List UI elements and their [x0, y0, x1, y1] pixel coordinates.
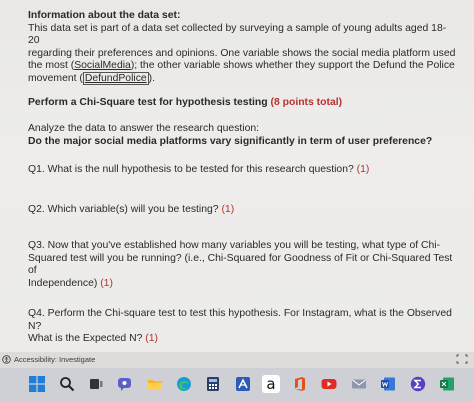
info-line-4-prefix: movement ( [28, 72, 83, 84]
q1: Q1. What is the null hypothesis to be te… [28, 164, 456, 177]
windows-icon [29, 376, 45, 392]
q3-line-3-text: Independence) [28, 277, 101, 289]
q2-text: Q2. Which variable(s) will you be testin… [28, 204, 222, 215]
q4: Q4. Perform the Chi-square test to test … [28, 308, 456, 346]
word-icon [381, 377, 395, 391]
q2: Q2. Which variable(s) will you be testin… [28, 204, 456, 217]
chat-icon [118, 378, 131, 391]
info-line-4-suffix: ). [148, 72, 156, 84]
info-line-2: regarding their preferences and opinions… [28, 47, 456, 59]
calculator-button[interactable] [204, 375, 222, 393]
accessibility-status[interactable]: Accessibility: Investigate [2, 355, 95, 364]
analyze-line: Analyze the data to answer the research … [28, 123, 260, 134]
amazon-icon: a [266, 375, 276, 393]
excel-button[interactable] [438, 375, 456, 393]
office-button[interactable] [291, 375, 309, 393]
q4-points: (1) [145, 333, 158, 345]
q4-line-2: What is the Expected N? (1) [28, 333, 456, 346]
office-icon [295, 377, 305, 391]
q3-points: (1) [100, 277, 113, 289]
research-section: Analyze the data to answer the research … [28, 123, 456, 148]
status-bar: Accessibility: Investigate [0, 352, 474, 368]
task-points: (8 points total) [270, 97, 343, 108]
folder-icon [148, 380, 162, 389]
start-button[interactable] [28, 375, 46, 393]
accessibility-icon [2, 355, 11, 364]
q2-points: (1) [221, 204, 235, 215]
info-section: Information about the data set: This dat… [28, 10, 456, 86]
sketch-app-button[interactable] [234, 375, 252, 393]
amazon-button[interactable]: a [262, 375, 280, 393]
search-icon [60, 377, 75, 392]
q4-line-1: Q4. Perform the Chi-square test to test … [28, 308, 452, 332]
q3-line-3: Independence) (1) [28, 278, 456, 291]
info-line-1: This data set is part of a data set coll… [28, 22, 447, 47]
youtube-button[interactable] [320, 375, 338, 393]
sigma-icon [410, 376, 426, 392]
q4-line-2-text: What is the Expected N? [28, 333, 146, 345]
document-page: Information about the data set: This dat… [0, 0, 474, 352]
mail-icon [352, 379, 366, 389]
word-button[interactable] [379, 375, 397, 393]
info-line-3-prefix: the most ( [28, 60, 75, 72]
app-sigma-button[interactable] [409, 375, 427, 393]
defund-police-link[interactable]: DefundPolice [82, 71, 149, 85]
social-media-link[interactable]: SocialMedia [74, 60, 131, 71]
mail-button[interactable] [350, 375, 368, 393]
play-icon [321, 379, 337, 389]
research-question: Do the major social media platforms vary… [28, 135, 433, 147]
task-view-button[interactable] [87, 375, 105, 393]
info-line-3-suffix: ); the other variable shows whether they… [130, 60, 455, 72]
q3-line-1: Q3. Now that you've established how many… [28, 240, 441, 251]
q1-text: Q1. What is the null hypothesis to be te… [28, 164, 357, 175]
q3-line-2: Squared test will you be running? (i.e.,… [28, 252, 453, 277]
focus-mode-icon[interactable] [456, 354, 468, 364]
excel-icon [440, 377, 454, 391]
q1-points: (1) [356, 164, 370, 175]
file-explorer-button[interactable] [146, 375, 164, 393]
accessibility-label: Accessibility: Investigate [14, 355, 96, 364]
edge-button[interactable] [175, 375, 193, 393]
task-heading: Perform a Chi-Square test for hypothesis… [28, 97, 456, 110]
search-button[interactable] [58, 375, 76, 393]
sketch-icon [236, 377, 250, 391]
calculator-icon [207, 377, 219, 391]
q3: Q3. Now that you've established how many… [28, 240, 456, 290]
info-heading: Information about the data set: [28, 10, 181, 21]
info-line-4: movement (DefundPolice). [28, 71, 456, 86]
teams-chat-button[interactable] [116, 375, 134, 393]
task-heading-text: Perform a Chi-Square test for hypothesis… [28, 97, 271, 108]
taskbar: a [0, 368, 474, 402]
task-view-icon [90, 379, 103, 389]
edge-icon [177, 377, 191, 391]
